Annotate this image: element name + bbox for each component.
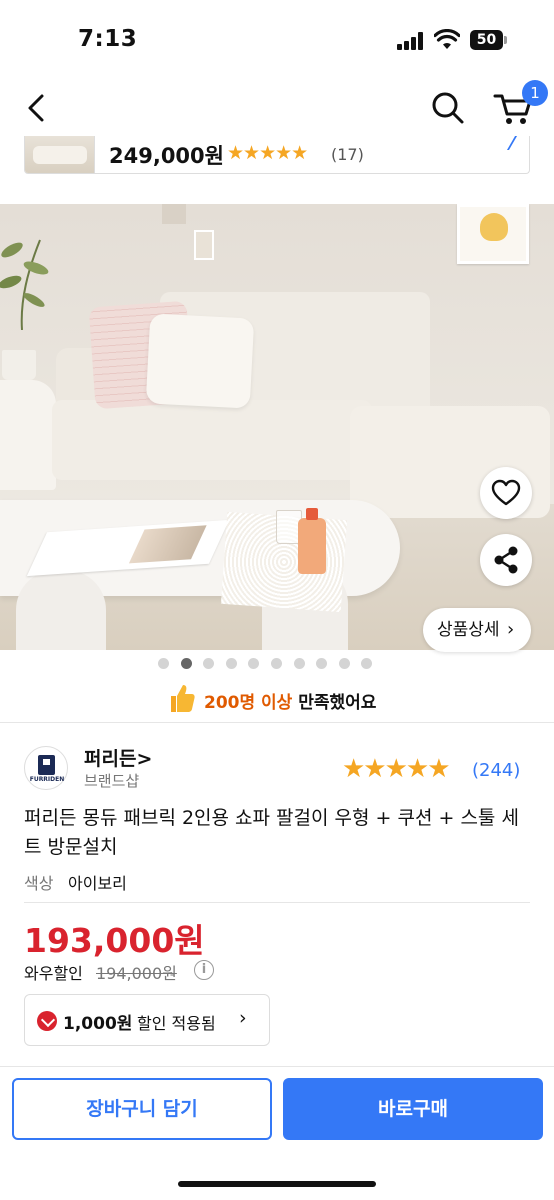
image-plant-pot [2, 350, 36, 380]
sale-price: 193,000원 [24, 921, 205, 960]
cart-count-badge: 1 [522, 80, 548, 106]
chevron-right-icon: › [239, 1007, 247, 1029]
carousel-dot[interactable] [316, 658, 328, 669]
down-arrow-icon [37, 1011, 57, 1031]
carousel-dot[interactable] [203, 658, 215, 669]
buy-now-button[interactable]: 바로구매 [283, 1078, 543, 1140]
related-product-price: 249,000원 [109, 144, 224, 168]
chevron-right-icon: › [507, 619, 515, 640]
back-button[interactable] [18, 88, 58, 128]
signal-icon [397, 32, 425, 50]
related-product-stars: ★★★★★ [227, 142, 308, 164]
carousel-dot[interactable] [180, 658, 192, 669]
product-detail-button[interactable]: 상품상세 › [423, 608, 531, 652]
coupon-text: 할인 적용됨 [137, 1014, 216, 1033]
carousel-dot[interactable] [225, 658, 237, 669]
carousel-dot[interactable] [361, 658, 373, 669]
discount-label: 와우할인 [24, 964, 83, 983]
original-price: 194,000원 [96, 964, 177, 983]
edit-icon [494, 136, 518, 150]
brand-logo-text: FURRIDEN [29, 776, 65, 783]
top-nav [0, 80, 554, 138]
related-product-card[interactable]: 249,000원 ★★★★★ (17) [24, 136, 530, 174]
info-icon[interactable]: i [194, 960, 214, 980]
carousel-pagination [158, 658, 398, 670]
related-product-thumbnail [25, 136, 95, 173]
brand-name-link[interactable]: 퍼리든> [84, 744, 152, 771]
image-side-table [0, 380, 56, 490]
chevron-right-icon: > [136, 748, 153, 770]
rating-stars[interactable]: ★★★★★ [342, 754, 451, 784]
image-bottle [298, 508, 326, 574]
home-indicator [178, 1181, 376, 1187]
product-title: 퍼리든 몽듀 패브릭 2인용 쇼파 팔걸이 우형 + 쿠션 + 스툴 세트 방문… [24, 807, 519, 858]
battery-level: 50 [476, 32, 497, 48]
coupon-button[interactable]: 1,000원 할인 적용됨 › [24, 994, 270, 1046]
image-sofa-seat [52, 400, 372, 480]
heart-icon [491, 479, 521, 506]
status-time: 7:13 [78, 26, 138, 52]
wifi-icon [434, 29, 460, 49]
battery-icon: 50 [470, 30, 507, 50]
carousel-dot[interactable] [248, 658, 260, 669]
carousel-dot[interactable] [271, 658, 282, 669]
brand-logo-mark [38, 755, 55, 775]
coupon-amount: 1,000원 [63, 1014, 133, 1034]
product-detail-label: 상품상세 [437, 620, 500, 640]
wishlist-button[interactable] [480, 467, 532, 519]
option-label: 색상 [24, 874, 54, 893]
image-pillow [145, 313, 255, 409]
search-icon[interactable] [428, 88, 468, 128]
option-value: 아이보리 [68, 874, 127, 893]
image-poster [457, 204, 529, 264]
image-photo [194, 230, 214, 260]
satisfaction-text: 200명 이상 만족했어요 [204, 688, 376, 713]
add-to-cart-button[interactable]: 장바구니 담기 [12, 1078, 272, 1140]
image-plant [0, 239, 49, 330]
image-table-leg [16, 570, 106, 650]
section-divider [24, 902, 530, 903]
share-button[interactable] [480, 534, 532, 586]
satisfaction-banner: 200명 이상 만족했어요 [0, 680, 554, 720]
share-icon [494, 546, 518, 574]
related-product-review-count: (17) [331, 145, 364, 164]
thumbs-up-icon [171, 685, 195, 712]
image-photo [162, 204, 186, 224]
carousel-dot[interactable] [158, 658, 169, 669]
satisfaction-suffix: 만족했어요 [292, 693, 377, 713]
brand-name: 퍼리든 [84, 748, 137, 770]
carousel-dot[interactable] [338, 658, 350, 669]
brand-shop-label: 브랜드샵 [84, 772, 140, 790]
brand-logo[interactable]: FURRIDEN [24, 746, 68, 790]
carousel-dot[interactable] [293, 658, 305, 669]
status-bar: 7:13 50 [0, 0, 554, 80]
product-image-carousel[interactable] [0, 204, 554, 650]
review-count-link[interactable]: (244) [472, 760, 520, 781]
satisfaction-highlight: 200명 이상 [204, 693, 293, 713]
section-divider [0, 722, 554, 723]
